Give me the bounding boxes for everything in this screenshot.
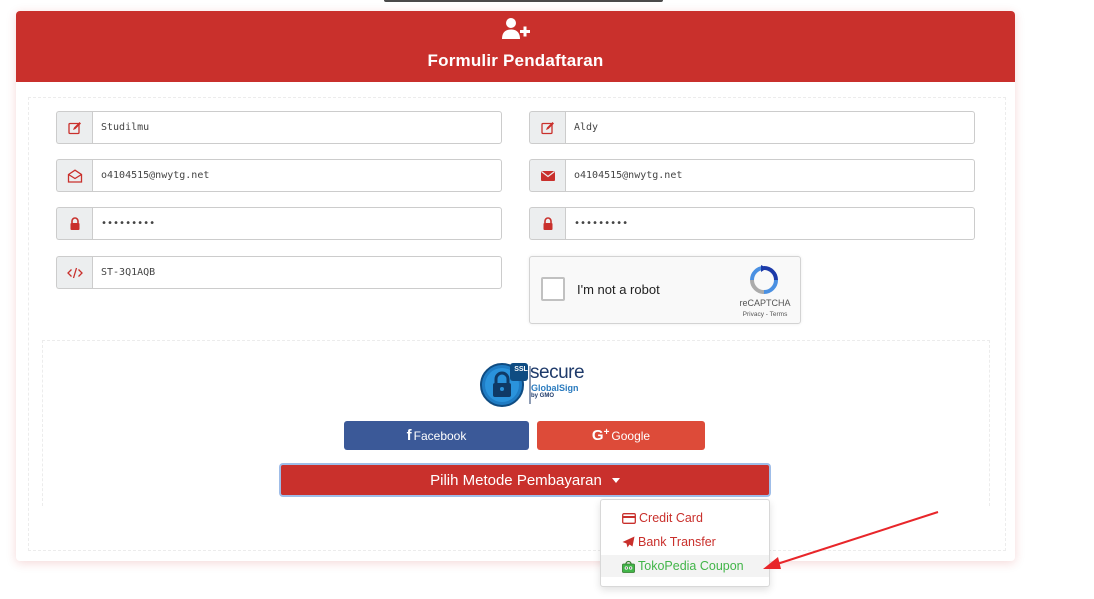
recaptcha-label: I'm not a robot — [577, 282, 660, 297]
facebook-button[interactable]: f Facebook — [344, 421, 529, 450]
recaptcha-brand: reCAPTCHA — [739, 298, 791, 308]
tokopedia-coupon-label: TokoPedia Coupon — [638, 559, 744, 573]
google-plus-icon: G+ — [591, 427, 610, 444]
paper-plane-icon — [622, 536, 635, 548]
lock-icon — [529, 207, 565, 240]
password-confirm-input[interactable]: ••••••••• — [565, 207, 975, 240]
google-button[interactable]: G+ Google — [537, 421, 705, 450]
ssl-secure-word: secure — [530, 362, 585, 383]
annotation-arrow — [763, 511, 939, 569]
recaptcha-logo-icon — [750, 265, 778, 294]
email-field: o4104515@nwytg.net — [56, 159, 502, 192]
recaptcha-widget: I'm not a robot reCAPTCHA Privacy - Term… — [529, 256, 801, 324]
email-confirm-input[interactable]: o4104515@nwytg.net — [565, 159, 975, 192]
card-header: Formulir Pendaftaran — [16, 11, 1015, 82]
page-title: Formulir Pendaftaran — [427, 51, 604, 70]
menu-item-tokopedia-coupon[interactable]: TokoPedia Coupon — [601, 555, 769, 577]
referral-code-input[interactable]: ST-3Q1AQB — [92, 256, 502, 289]
menu-item-bank-transfer[interactable]: Bank Transfer — [601, 531, 769, 553]
code-icon — [56, 256, 92, 289]
recaptcha-checkbox[interactable] — [541, 277, 565, 301]
ssl-badge: SSL — [514, 366, 528, 373]
bank-transfer-label: Bank Transfer — [638, 535, 716, 549]
referral-field: ST-3Q1AQB — [56, 256, 502, 289]
name-field: Aldy — [529, 111, 975, 144]
credit-card-icon — [622, 512, 636, 524]
password-field: ••••••••• — [56, 207, 502, 240]
name-input[interactable]: Aldy — [565, 111, 975, 144]
password-input[interactable]: ••••••••• — [92, 207, 502, 240]
lock-icon — [56, 207, 92, 240]
user-plus-icon — [502, 18, 530, 39]
caret-down-icon — [611, 477, 620, 483]
ssl-brand: GlobalSign — [531, 383, 579, 393]
email-confirm-field: o4104515@nwytg.net — [529, 159, 975, 192]
edit-icon — [56, 111, 92, 144]
menu-item-credit-card[interactable]: Credit Card — [601, 507, 769, 529]
edit-icon — [529, 111, 565, 144]
recaptcha-terms-link[interactable]: Privacy - Terms — [736, 311, 794, 318]
payment-method-dropdown[interactable]: Pilih Metode Pembayaran — [279, 463, 771, 497]
tokopedia-bag-icon — [622, 560, 635, 573]
username-field: Studilmu — [56, 111, 502, 144]
payment-button-label: Pilih Metode Pembayaran — [430, 471, 602, 489]
google-label: Google — [611, 428, 651, 443]
payment-menu: Credit Card Bank Transfer TokoPedia Coup… — [600, 499, 770, 587]
username-input[interactable]: Studilmu — [92, 111, 502, 144]
password-confirm-field: ••••••••• — [529, 207, 975, 240]
facebook-icon: f — [406, 427, 412, 444]
email-input[interactable]: o4104515@nwytg.net — [92, 159, 502, 192]
credit-card-label: Credit Card — [639, 511, 703, 525]
facebook-label: Facebook — [413, 428, 467, 443]
top-bar-edge — [384, 0, 663, 2]
envelope-icon — [529, 159, 565, 192]
envelope-open-icon — [56, 159, 92, 192]
ssl-gmo: by GMO — [531, 393, 555, 399]
